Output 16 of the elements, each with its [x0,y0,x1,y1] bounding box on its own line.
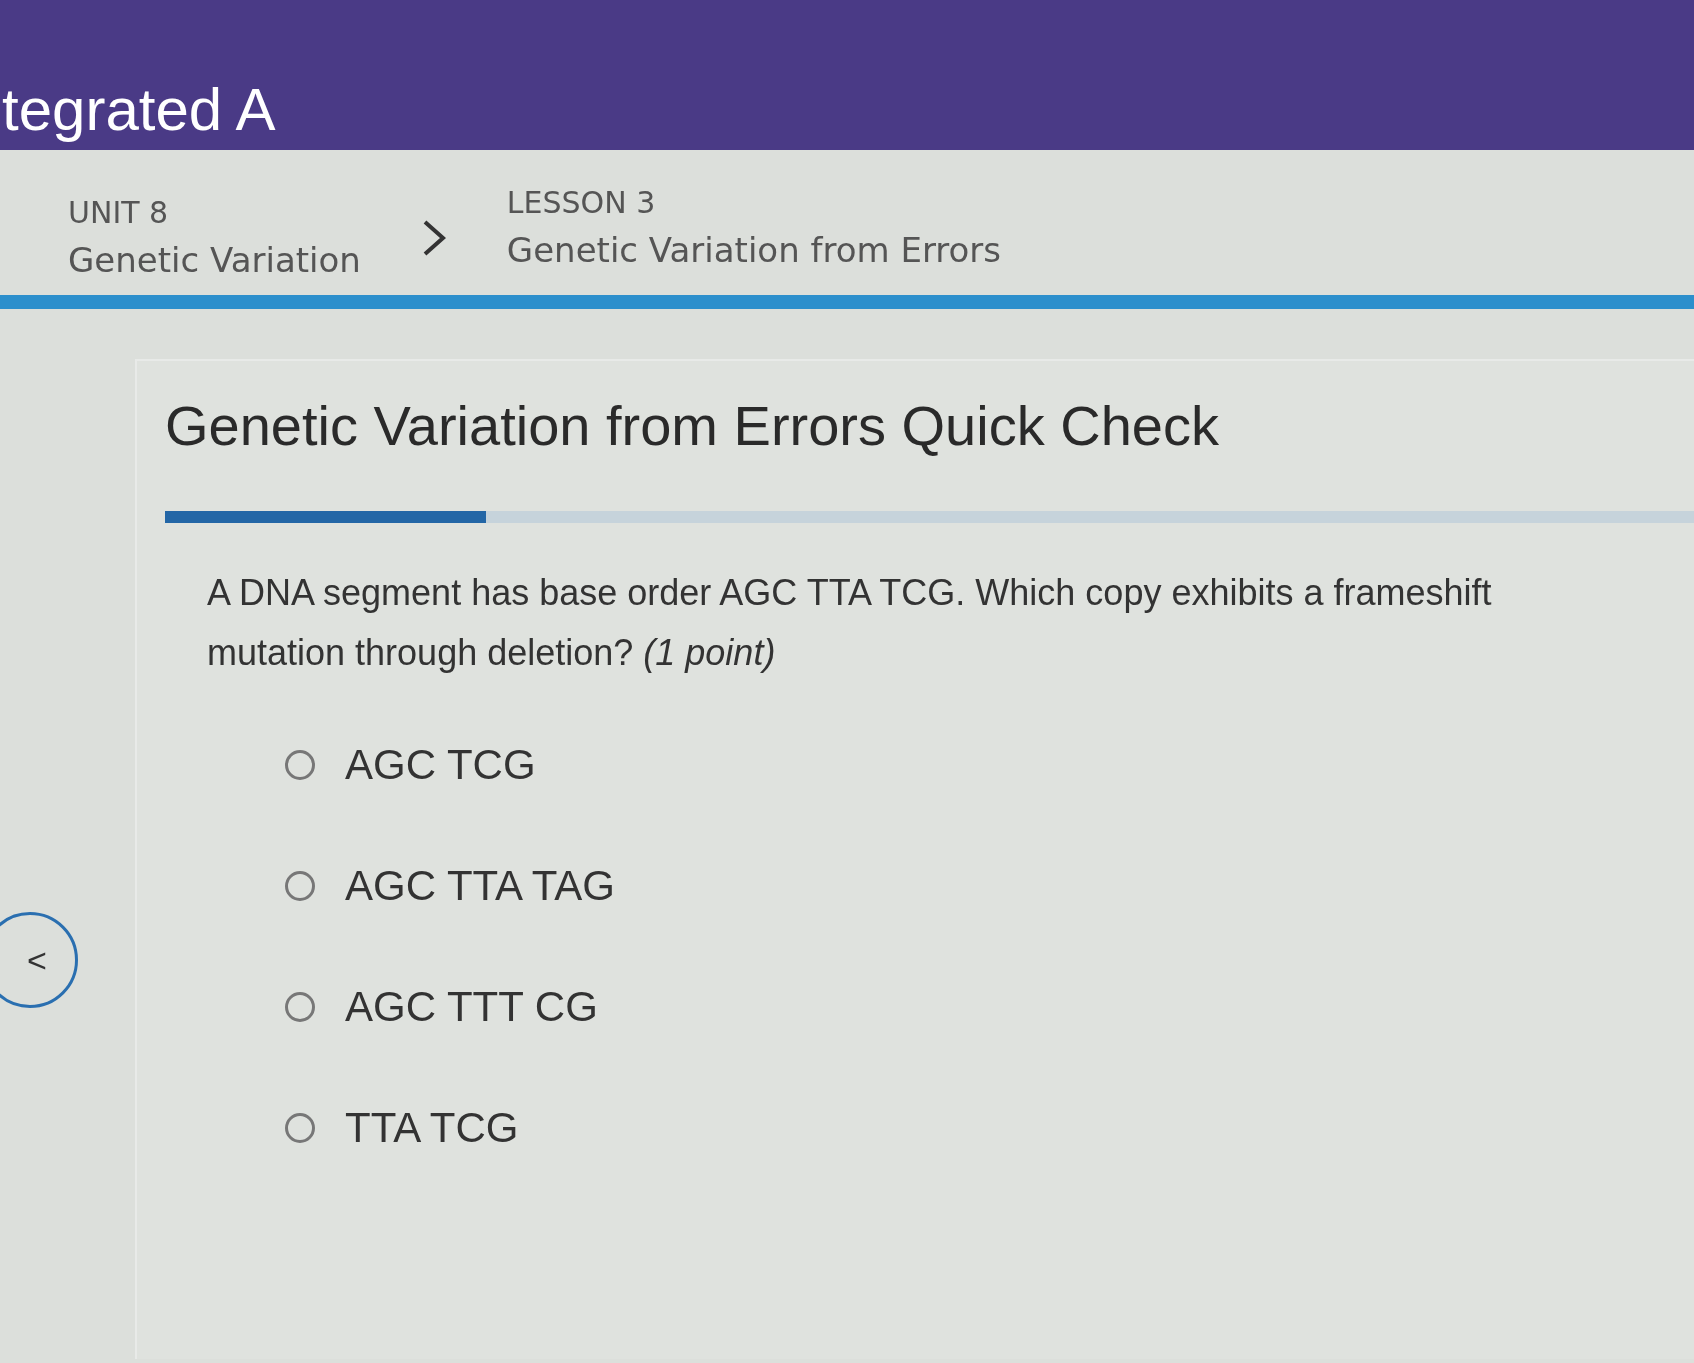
radio-button[interactable] [285,749,315,780]
unit-link[interactable]: Genetic Variation [68,234,361,286]
option-label[interactable]: TTA TCG [345,1096,519,1159]
radio-button[interactable] [285,870,315,901]
option-label[interactable]: AGC TTA TAG [345,854,615,917]
option-label[interactable]: AGC TCG [345,733,536,796]
radio-button[interactable] [285,1112,315,1143]
unit-label: UNIT 8 [68,193,170,232]
course-title: tegrated A [2,80,276,140]
quiz-title: Genetic Variation from Errors Quick Check [165,393,1220,459]
question-text: A DNA segment has base order AGC TTA TCG. Which copy exhibits a frameshift mutation through deletion? (1 point) [207,571,1493,675]
radio-button[interactable] [285,991,315,1022]
option-label[interactable]: AGC TTT CG [345,975,598,1038]
lesson-label: LESSON 3 [506,183,657,222]
back-button[interactable]: < [0,912,78,1008]
lesson-link[interactable]: Genetic Variation from Errors [506,224,1002,276]
